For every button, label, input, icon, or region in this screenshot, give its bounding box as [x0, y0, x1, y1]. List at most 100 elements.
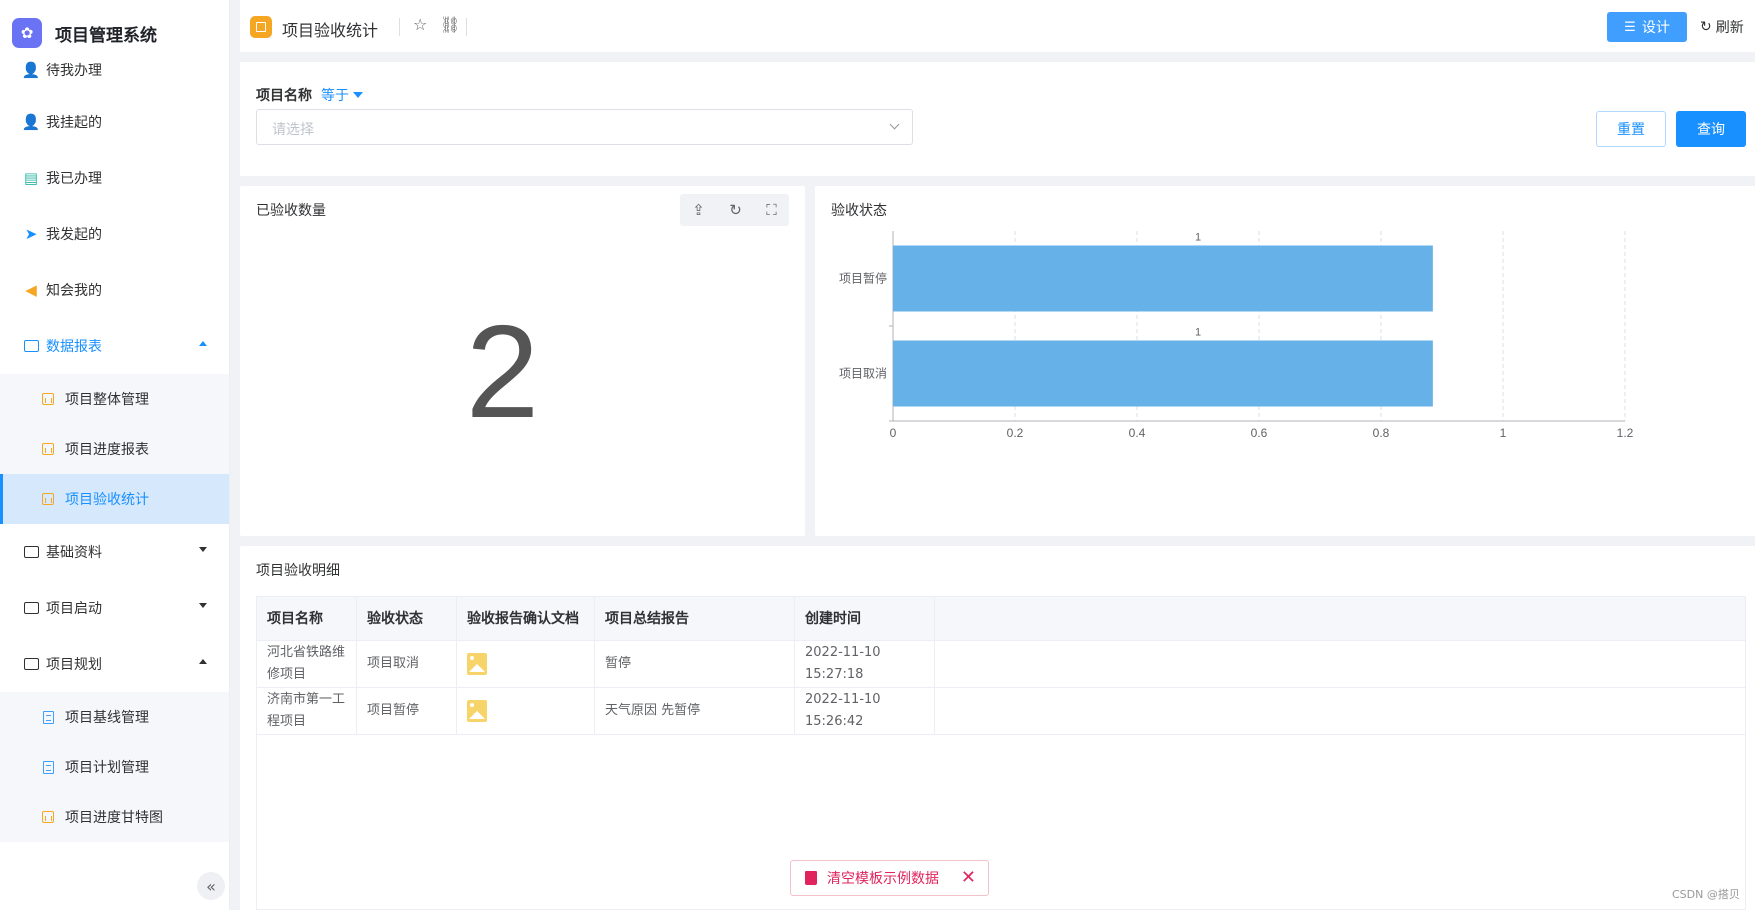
- sidebar-item-label: 项目整体管理: [65, 392, 149, 408]
- column-header[interactable]: 验收状态: [357, 597, 457, 640]
- folder-icon: [21, 654, 41, 674]
- sidebar-item-initiated[interactable]: ➤ 我发起的: [0, 206, 229, 262]
- reload-icon[interactable]: ↻: [729, 201, 742, 219]
- x-tick-label: 1.2: [1617, 426, 1634, 440]
- sidebar-group-label: 基础资料: [46, 545, 102, 561]
- link-icon[interactable]: ⛓: [440, 15, 460, 34]
- bar: [893, 340, 1433, 407]
- filler-cell: [935, 688, 1745, 734]
- sidebar-group-startup[interactable]: 项目启动: [0, 580, 229, 636]
- query-button[interactable]: 查询: [1676, 111, 1746, 147]
- acceptance-status-chart: 0 0.2 0.4 0.6 0.8 1 1.2 项目暂停 1 项目取消 1: [839, 231, 1634, 440]
- filter-panel: 项目名称 等于 请选择 重置 查询: [240, 62, 1755, 176]
- chevron-up-icon: [199, 659, 207, 664]
- folder-icon: [21, 542, 41, 562]
- submenu-planning: 项目基线管理 项目计划管理 项目进度甘特图: [0, 692, 229, 842]
- close-icon[interactable]: ✕: [961, 867, 976, 888]
- sidebar-item-done[interactable]: ▤ 我已办理: [0, 150, 229, 206]
- chevron-down-icon: [199, 603, 207, 608]
- user-pause-icon: 👤: [21, 113, 41, 131]
- column-header[interactable]: 项目总结报告: [595, 597, 795, 640]
- column-header[interactable]: 创建时间: [795, 597, 935, 640]
- design-button[interactable]: ☰ 设计: [1607, 12, 1687, 42]
- column-header[interactable]: 项目名称: [257, 597, 357, 640]
- y-category-label: 项目暂停: [839, 271, 887, 286]
- refresh-button[interactable]: ↻ 刷新: [1700, 17, 1744, 37]
- sidebar-item-plan[interactable]: 项目计划管理: [0, 742, 229, 792]
- sidebar-item-label: 我挂起的: [46, 115, 102, 131]
- sidebar-menu: 👤 待我办理 👤 我挂起的 ▤ 我已办理 ➤ 我发起的 ◀ 知会我的 数据报表: [0, 46, 229, 842]
- sidebar-group-label: 项目规划: [46, 657, 102, 673]
- report-icon: [41, 810, 55, 824]
- summary-cell: 天气原因 先暂停: [595, 688, 795, 734]
- sidebar-group-basics[interactable]: 基础资料: [0, 524, 229, 580]
- submenu-reports: 项目整体管理 项目进度报表 项目验收统计: [0, 374, 229, 524]
- topbar: 项目验收统计 ☆ ⛓ ☰ 设计 ↻ 刷新: [240, 0, 1755, 52]
- table-row[interactable]: 河北省铁路维 修项目 项目取消 暂停 2022-11-10 15:27:18: [257, 641, 1745, 688]
- x-tick-label: 0.4: [1129, 426, 1146, 440]
- table-header-row: 项目名称 验收状态 验收报告确认文档 项目总结报告 创建时间: [257, 597, 1745, 641]
- divider: [399, 18, 400, 36]
- report-doc-cell: [457, 641, 595, 687]
- caret-down-icon: [353, 92, 363, 98]
- clear-sample-data-label: 清空模板示例数据: [827, 871, 939, 887]
- project-name-select[interactable]: 请选择: [256, 109, 913, 145]
- sidebar-item-overall[interactable]: 项目整体管理: [0, 374, 229, 424]
- project-name-line: 修项目: [267, 667, 307, 682]
- clear-sample-data-bar[interactable]: 清空模板示例数据 ✕: [790, 860, 989, 896]
- sliders-icon: ☰: [1624, 19, 1636, 35]
- sidebar-group-planning[interactable]: 项目规划: [0, 636, 229, 692]
- refresh-icon: ↻: [1700, 19, 1712, 35]
- folder-icon: [21, 336, 41, 356]
- collapse-sidebar-button[interactable]: «: [197, 872, 225, 900]
- project-name-line: 济南市第一工: [267, 692, 346, 707]
- summary-cell: 暂停: [595, 641, 795, 687]
- sidebar-item-todo[interactable]: 👤 待我办理: [0, 46, 229, 94]
- sidebar-item-suspended[interactable]: 👤 我挂起的: [0, 94, 229, 150]
- sidebar-item-gantt[interactable]: 项目进度甘特图: [0, 792, 229, 842]
- design-label: 设计: [1641, 20, 1670, 36]
- fullscreen-icon[interactable]: ⛶: [766, 201, 777, 219]
- sidebar-item-acceptance-stats[interactable]: 项目验收统计: [0, 474, 229, 524]
- bar: [893, 245, 1433, 312]
- sidebar-item-label: 项目进度报表: [65, 442, 149, 458]
- image-thumbnail-icon[interactable]: [467, 700, 487, 722]
- sidebar-item-progress-report[interactable]: 项目进度报表: [0, 424, 229, 474]
- app-logo-icon: ✿: [12, 18, 42, 48]
- user-clock-icon: 👤: [21, 61, 41, 79]
- created-time-cell: 2022-11-10 15:26:42: [795, 688, 935, 734]
- sidebar-item-label: 项目计划管理: [65, 760, 149, 776]
- status-cell: 项目暂停: [357, 688, 457, 734]
- folder-icon: [21, 598, 41, 618]
- image-thumbnail-icon[interactable]: [467, 653, 487, 675]
- sidebar-item-notified[interactable]: ◀ 知会我的: [0, 262, 229, 318]
- report-doc-cell: [457, 688, 595, 734]
- sidebar-item-label: 项目基线管理: [65, 710, 149, 726]
- export-icon[interactable]: ⇪: [692, 201, 705, 219]
- sidebar-item-label: 待我办理: [46, 63, 102, 79]
- footer-credit: CSDN @搭贝: [1672, 888, 1740, 901]
- filter-operator-dropdown[interactable]: 等于: [321, 85, 363, 105]
- x-tick-label: 0.8: [1373, 426, 1390, 440]
- sidebar-item-label: 项目验收统计: [65, 492, 149, 508]
- column-header[interactable]: 验收报告确认文档: [457, 597, 595, 640]
- created-time-cell: 2022-11-10 15:27:18: [795, 641, 935, 687]
- sidebar-group-label: 数据报表: [46, 339, 102, 355]
- chevron-down-icon: [889, 119, 900, 130]
- x-tick-label: 0.6: [1251, 426, 1268, 440]
- chevron-up-icon: [199, 341, 207, 346]
- sidebar-item-label: 知会我的: [46, 283, 102, 299]
- trash-icon: [805, 871, 817, 885]
- accepted-count-value: 2: [465, 298, 540, 445]
- card-title: 项目验收明细: [256, 563, 340, 579]
- accepted-count-card: 已验收数量 ⇪ ↻ ⛶ 2: [240, 186, 805, 536]
- project-name-line: 程项目: [267, 714, 307, 729]
- sidebar-group-reports[interactable]: 数据报表: [0, 318, 229, 374]
- column-header-filler: [935, 597, 1745, 640]
- sidebar-item-baseline[interactable]: 项目基线管理: [0, 692, 229, 742]
- reset-button[interactable]: 重置: [1596, 111, 1666, 147]
- page-title: 项目验收统计: [282, 21, 379, 40]
- report-icon: [41, 442, 55, 456]
- star-icon[interactable]: ☆: [413, 15, 427, 34]
- table-row[interactable]: 济南市第一工 程项目 项目暂停 天气原因 先暂停 2022-11-10 15:2…: [257, 688, 1745, 735]
